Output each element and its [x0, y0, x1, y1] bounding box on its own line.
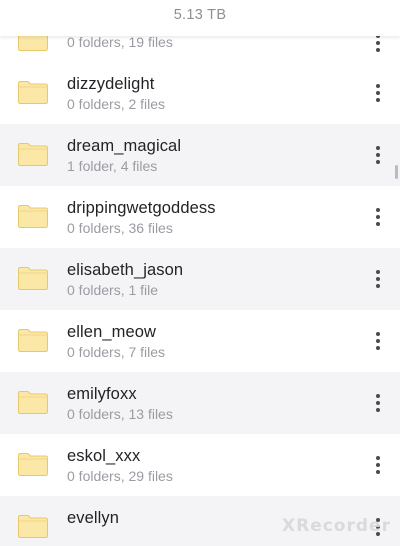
folder-icon: [17, 513, 49, 539]
folder-meta: 0 folders, 2 files: [67, 96, 166, 112]
more-vertical-icon[interactable]: [366, 388, 390, 418]
more-vertical-icon[interactable]: [366, 264, 390, 294]
file-browser-screen: 0 folders, 19 files dizzydelight 0 folde…: [0, 0, 400, 546]
folder-name: dizzydelight: [67, 75, 155, 93]
folder-row[interactable]: dizzydelight 0 folders, 2 files: [0, 62, 400, 124]
more-vertical-icon[interactable]: [366, 202, 390, 232]
folder-name: emilyfoxx: [67, 385, 137, 403]
storage-used-label: 5.13 TB: [173, 7, 227, 23]
more-vertical-icon[interactable]: [366, 326, 390, 356]
more-vertical-icon[interactable]: [366, 140, 390, 170]
folder-row[interactable]: elisabeth_jason 0 folders, 1 file: [0, 248, 400, 310]
recorder-watermark: XRecorder: [282, 516, 391, 536]
folder-row[interactable]: dream_magical 1 folder, 4 files: [0, 124, 400, 186]
folder-name: eskol_xxx: [67, 447, 141, 465]
folder-meta: 0 folders, 1 file: [67, 282, 159, 298]
more-vertical-icon[interactable]: [366, 450, 390, 480]
folder-icon: [17, 79, 49, 105]
folder-name: evellyn: [67, 509, 120, 527]
folder-meta: 0 folders, 7 files: [67, 344, 166, 360]
folder-row[interactable]: ellen_meow 0 folders, 7 files: [0, 310, 400, 372]
folder-meta: 1 folder, 4 files: [67, 158, 158, 174]
folder-icon: [17, 141, 49, 167]
more-vertical-icon[interactable]: [366, 78, 390, 108]
folder-meta: 0 folders, 29 files: [67, 468, 173, 484]
folder-icon: [17, 203, 49, 229]
folder-row[interactable]: eskol_xxx 0 folders, 29 files: [0, 434, 400, 496]
folder-name: dream_magical: [67, 137, 182, 155]
folder-meta: 0 folders, 36 files: [67, 220, 173, 236]
folder-meta: 0 folders, 13 files: [67, 406, 173, 422]
folder-icon: [17, 265, 49, 291]
scrollbar[interactable]: [395, 165, 398, 179]
folder-row[interactable]: emilyfoxx 0 folders, 13 files: [0, 372, 400, 434]
storage-header: 5.13 TB: [0, 0, 400, 36]
folder-icon: [17, 389, 49, 415]
folder-name: elisabeth_jason: [67, 261, 184, 279]
folder-row[interactable]: drippingwetgoddess 0 folders, 36 files: [0, 186, 400, 248]
folder-name: ellen_meow: [67, 323, 157, 341]
folder-icon: [17, 327, 49, 353]
folder-icon: [17, 451, 49, 477]
folder-name: drippingwetgoddess: [67, 199, 216, 217]
